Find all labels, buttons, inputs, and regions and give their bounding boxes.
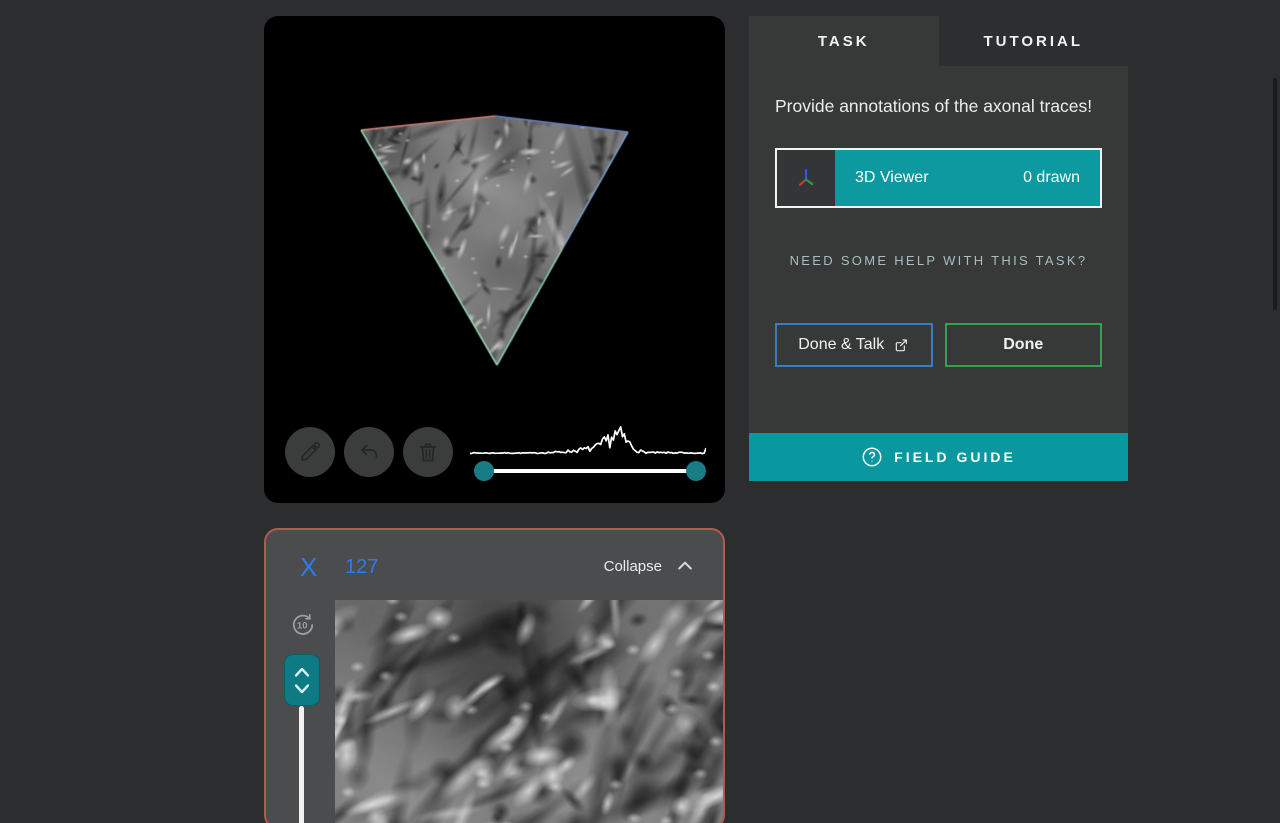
action-buttons: Done & Talk Done	[775, 323, 1102, 367]
slice-header: X 127 Collapse	[266, 530, 723, 598]
axis-label: X	[300, 552, 317, 583]
contrast-range-track[interactable]	[484, 469, 696, 473]
field-guide-button[interactable]: FIELD GUIDE	[749, 433, 1128, 481]
help-text: NEED SOME HELP WITH THIS TASK?	[775, 253, 1102, 269]
contrast-max-handle[interactable]	[686, 461, 706, 481]
undo-icon	[357, 440, 381, 464]
pencil-icon	[298, 440, 322, 464]
chevron-up-icon	[675, 556, 695, 576]
external-link-icon	[893, 337, 909, 353]
trash-icon	[416, 440, 440, 464]
done-label: Done	[1003, 336, 1043, 354]
task-tabbar: TASK TUTORIAL	[749, 16, 1128, 66]
slice-position-track[interactable]	[299, 706, 304, 823]
slice-step-down-button[interactable]	[291, 682, 313, 696]
tab-tutorial[interactable]: TUTORIAL	[939, 16, 1129, 66]
done-and-talk-button[interactable]: Done & Talk	[775, 323, 933, 367]
undo-button[interactable]	[344, 427, 394, 477]
layer-label: 3D Viewer	[855, 169, 929, 187]
slice-stepper	[284, 654, 320, 706]
slice-step-up-button[interactable]	[291, 665, 313, 679]
contrast-min-handle[interactable]	[474, 461, 494, 481]
question-circle-icon	[861, 446, 883, 468]
rotate-10-button[interactable]: 10	[289, 611, 317, 639]
delete-button[interactable]	[403, 427, 453, 477]
done-button[interactable]: Done	[945, 323, 1103, 367]
drawn-count: 0 drawn	[1023, 169, 1080, 187]
page-scrollbar-thumb[interactable]	[1273, 78, 1277, 310]
field-guide-label: FIELD GUIDE	[894, 449, 1016, 465]
tab-task[interactable]: TASK	[749, 16, 939, 66]
collapse-button[interactable]: Collapse	[604, 556, 695, 576]
task-panel: TASK TUTORIAL Provide annotations of the…	[749, 16, 1128, 481]
slice-image[interactable]	[335, 600, 725, 823]
task-prompt: Provide annotations of the axonal traces…	[775, 92, 1102, 121]
chevron-up-icon	[293, 666, 311, 678]
task-body: Provide annotations of the axonal traces…	[749, 66, 1128, 433]
3d-viewer-layer-main: 3D Viewer 0 drawn	[835, 150, 1100, 206]
rotate-step-label: 10	[297, 621, 308, 632]
viewer-toolbar	[285, 427, 453, 477]
3d-viewer-layer-button[interactable]: 3D Viewer 0 drawn	[775, 148, 1102, 208]
3d-axes-icon-cell	[777, 150, 835, 206]
chevron-down-icon	[293, 683, 311, 695]
slice-index-value: 127	[345, 556, 378, 579]
done-and-talk-label: Done & Talk	[798, 336, 884, 354]
slice-panel-x: X 127 Collapse 10	[264, 528, 725, 823]
3d-viewer-panel	[264, 16, 725, 503]
collapse-label: Collapse	[604, 558, 662, 575]
3d-axes-icon	[791, 163, 821, 193]
draw-tool-button[interactable]	[285, 427, 335, 477]
intensity-histogram	[470, 420, 706, 460]
rotate-10-icon: 10	[289, 611, 317, 639]
